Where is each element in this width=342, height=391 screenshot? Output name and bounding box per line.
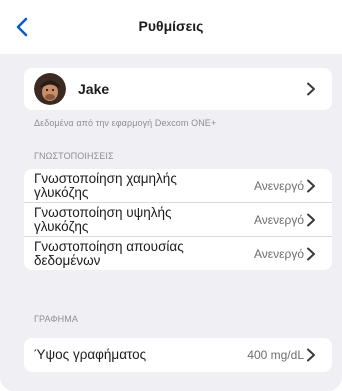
notifications-card: Γνωστοποίηση χαμηλής γλυκόζης Ανενεργό Γ… [24, 169, 332, 270]
notifications-section-header: ΓΝΩΣΤΟΠΟΙΗΣΕΙΣ [34, 151, 114, 161]
high-glucose-alert-row[interactable]: Γνωστοποίηση υψηλής γλυκόζης Ανενεργό [24, 203, 332, 237]
row-value: 400 mg/dL [247, 348, 304, 362]
chevron-right-icon [307, 82, 315, 96]
chevron-right-icon [307, 348, 315, 362]
data-source-caption: Δεδομένα από την εφαρμογή Dexcom ONE+ [34, 118, 217, 128]
row-label: Γνωστοποίηση χαμηλής γλυκόζης [34, 171, 177, 200]
profile-name: Jake [78, 81, 110, 97]
settings-screen: Ρυθμίσεις Jake Δεδομένα από την εφαρμογή… [0, 0, 342, 391]
graph-section-header: ΓΡΑΦΗΜΑ [34, 314, 78, 324]
row-label: Γνωστοποίηση απουσίας δεδομένων [34, 239, 184, 268]
navigation-bar: Ρυθμίσεις [0, 0, 342, 54]
row-value: Ανενεργό [254, 179, 304, 193]
graph-height-row[interactable]: Ύψος γραφήματος 400 mg/dL [24, 338, 332, 372]
chevron-right-icon [307, 247, 315, 261]
row-label: Γνωστοποίηση υψηλής γλυκόζης [34, 205, 172, 234]
graph-card: Ύψος γραφήματος 400 mg/dL [24, 338, 332, 372]
row-value: Ανενεργό [254, 247, 304, 261]
profile-row[interactable]: Jake [24, 68, 332, 110]
page-title: Ρυθμίσεις [138, 18, 204, 34]
row-value: Ανενεργό [254, 213, 304, 227]
no-data-alert-row[interactable]: Γνωστοποίηση απουσίας δεδομένων Ανενεργό [24, 237, 332, 270]
row-label: Ύψος γραφήματος [34, 347, 147, 362]
chevron-right-icon [307, 179, 315, 193]
chevron-right-icon [307, 213, 315, 227]
low-glucose-alert-row[interactable]: Γνωστοποίηση χαμηλής γλυκόζης Ανενεργό [24, 169, 332, 203]
avatar [34, 73, 66, 105]
